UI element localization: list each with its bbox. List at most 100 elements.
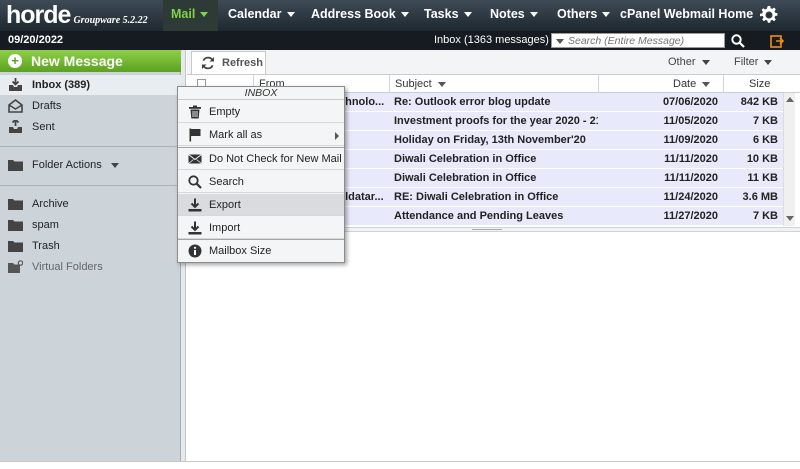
menu-item-empty[interactable]: Empty	[178, 101, 344, 123]
sent-icon	[8, 118, 23, 134]
menu-item-mailbox-size[interactable]: Mailbox Size	[178, 240, 344, 262]
sort-descending-icon	[702, 81, 711, 87]
row-date: 11/11/2020	[664, 153, 718, 165]
nav-notes[interactable]: Notes	[490, 0, 538, 31]
splitter-grip[interactable]	[472, 229, 502, 230]
column-header-date[interactable]: Date	[598, 75, 723, 93]
row-size: 3.6 MB	[742, 191, 778, 203]
sidebar-item-trash[interactable]: Trash	[0, 236, 181, 256]
flag-icon	[188, 128, 202, 142]
column-header-subject[interactable]: Subject	[389, 75, 598, 93]
info-icon	[188, 244, 202, 258]
drafts-icon	[8, 98, 23, 113]
row-subject: Diwali Celebration in Office	[394, 153, 537, 165]
menu-item-label: Do Not Check for New Mail	[209, 153, 342, 165]
row-size: 10 KB	[746, 153, 778, 165]
row-subject: Re: Outlook error blog update	[394, 96, 551, 108]
row-size: 11 KB	[747, 172, 778, 184]
folder-icon	[8, 197, 23, 211]
logo-text: horde	[6, 1, 71, 29]
nav-cpanel-label: cPanel Webmail Home	[620, 7, 754, 21]
trash-icon	[188, 105, 202, 119]
row-subject: Investment proofs for the year 2020 - 21	[394, 115, 598, 127]
row-date: 07/06/2020	[662, 96, 718, 108]
top-navigation: horde Groupware 5.2.22 Mail Calendar Add…	[0, 0, 800, 31]
row-size: 6 KB	[752, 134, 778, 146]
sidebar-item-sent[interactable]: Sent	[0, 117, 181, 137]
mailbox-toolbar: Refresh Other Filter	[187, 50, 800, 75]
search-input[interactable]	[568, 34, 722, 47]
refresh-icon	[201, 56, 215, 70]
virtual-folder-icon	[8, 260, 24, 274]
sidebar-item-drafts[interactable]: Drafts	[0, 96, 181, 116]
menu-item-label: Mark all as	[209, 129, 263, 141]
download-icon	[188, 221, 202, 235]
menu-item-label: Mailbox Size	[209, 245, 272, 257]
menu-item-label: Search	[209, 176, 244, 188]
nav-mail[interactable]: Mail	[163, 0, 218, 31]
nav-calendar[interactable]: Calendar	[228, 0, 295, 31]
sidebar: + New Message Inbox (389) Drafts Sent Fo…	[0, 50, 181, 461]
chevron-down-icon	[529, 12, 538, 18]
nav-address-book[interactable]: Address Book	[311, 0, 409, 31]
row-date: 11/24/2020	[663, 191, 718, 203]
folder-icon	[8, 218, 23, 232]
row-subject: Holiday on Friday, 13th November'20	[394, 134, 586, 146]
other-menu-button[interactable]: Other	[668, 50, 710, 74]
nav-cpanel-home[interactable]: cPanel Webmail Home	[620, 0, 753, 31]
scroll-up-icon[interactable]	[786, 97, 794, 102]
search-scope-dropdown-icon[interactable]	[556, 39, 564, 44]
menu-item-label: Empty	[209, 106, 241, 118]
row-date: 11/05/2020	[663, 115, 718, 127]
sidebar-divider	[0, 185, 181, 186]
download-icon	[188, 198, 202, 212]
sidebar-item-spam[interactable]: spam	[0, 215, 181, 235]
chevron-down-icon	[400, 12, 409, 18]
nav-notes-label: Notes	[490, 7, 525, 21]
nav-others-label: Others	[557, 7, 598, 21]
search-icon[interactable]	[731, 34, 745, 48]
nav-address-book-label: Address Book	[311, 7, 396, 21]
inbox-icon	[8, 78, 23, 92]
sidebar-item-archive[interactable]: Archive	[0, 194, 181, 214]
chevron-down-icon	[463, 12, 472, 18]
chevron-down-icon	[701, 59, 710, 65]
chevron-down-icon	[764, 59, 773, 65]
menu-item-export[interactable]: Export	[178, 194, 344, 216]
sidebar-item-virtual-folders[interactable]: Virtual Folders	[0, 257, 181, 277]
folder-actions-menu[interactable]: Folder Actions	[0, 155, 181, 175]
menu-item-label: Import	[209, 222, 241, 234]
column-header-size[interactable]: Size	[723, 75, 783, 93]
menu-item-import[interactable]: Import	[178, 217, 344, 239]
search-box[interactable]	[551, 33, 725, 48]
new-message-button[interactable]: + New Message	[0, 50, 181, 72]
nav-others[interactable]: Others	[557, 0, 611, 31]
advanced-search-icon[interactable]	[770, 34, 785, 48]
menu-item-mark-all-as[interactable]: Mark all as	[178, 124, 344, 146]
menu-item-do-not-check-new-mail[interactable]: Do Not Check for New Mail	[178, 148, 344, 170]
row-date: 11/11/2020	[664, 172, 718, 184]
message-list-scrollbar[interactable]	[783, 93, 795, 226]
status-bar: 09/20/2022 Inbox (1363 messages)	[0, 31, 800, 50]
folder-context-menu: INBOX Empty Mark all as Do Not Check for…	[177, 86, 345, 263]
folder-actions-label: Folder Actions	[32, 159, 102, 171]
search-icon	[188, 175, 202, 189]
sidebar-item-label: Inbox (389)	[32, 79, 91, 91]
folder-icon	[8, 158, 23, 172]
row-date: 11/09/2020	[663, 134, 718, 146]
sidebar-item-inbox[interactable]: Inbox (389)	[0, 75, 181, 95]
sidebar-item-label: Virtual Folders	[32, 261, 103, 273]
scroll-down-icon[interactable]	[786, 216, 794, 221]
sidebar-item-label: Sent	[32, 121, 55, 133]
sidebar-item-label: Archive	[32, 198, 69, 210]
filter-menu-button[interactable]: Filter	[734, 50, 773, 74]
column-header-label: Size	[749, 78, 771, 90]
gear-icon[interactable]	[760, 6, 778, 24]
other-label: Other	[668, 56, 696, 68]
horde-logo[interactable]: horde Groupware 5.2.22	[6, 1, 148, 30]
menu-item-search[interactable]: Search	[178, 171, 344, 193]
nav-tasks[interactable]: Tasks	[424, 0, 472, 31]
refresh-button[interactable]: Refresh	[191, 51, 266, 74]
context-menu-title: INBOX	[178, 87, 344, 100]
app-window: horde Groupware 5.2.22 Mail Calendar Add…	[0, 0, 800, 469]
